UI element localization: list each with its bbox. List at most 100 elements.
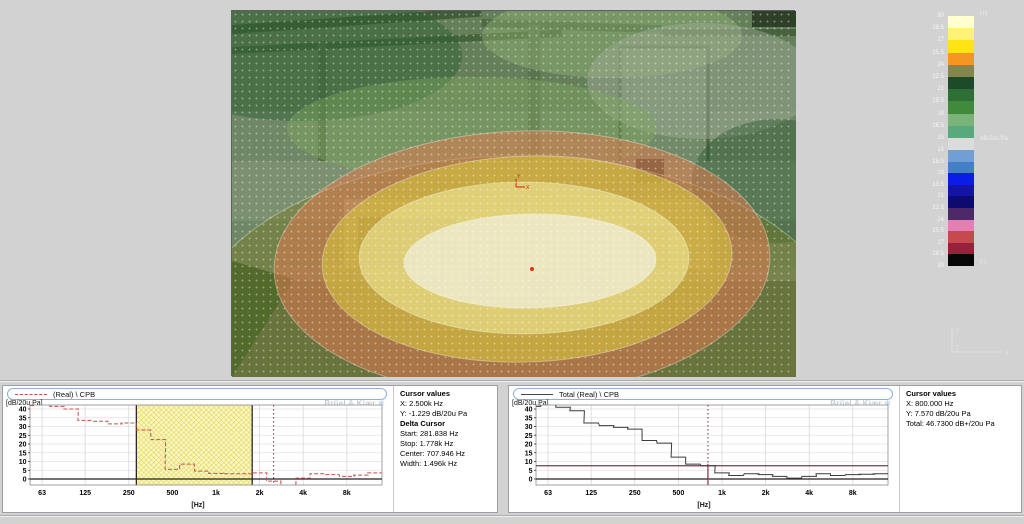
colorbar-segment-negative: [948, 208, 974, 220]
colorbar-segment-negative: [948, 150, 974, 162]
colorbar-minus-sign: (-): [980, 259, 986, 265]
y-tick-label: 40: [525, 407, 533, 414]
plot-background: [536, 405, 888, 485]
legend-label: (Real) \ CPB: [53, 390, 95, 399]
colorbar-tick-label: 15: [900, 135, 944, 142]
colorbar-tick-label: 30: [900, 13, 944, 20]
cursor-value-row: Y: 7.570 dB/20u Pa: [906, 409, 1021, 419]
x-tick-label: 125: [585, 490, 597, 497]
legend-label: Total (Real) \ CPB: [559, 390, 619, 399]
chart-area-total: Total (Real) \ CPB [dB/20u Pa] Brüel & K…: [509, 386, 899, 512]
colorbar-tick-label: 24: [900, 62, 944, 69]
colorbar-segment-negative: [948, 243, 974, 255]
colorbar-segment-positive: [948, 101, 974, 113]
x-tick-label: 2k: [762, 490, 770, 497]
colorbar-segment-positive: [948, 28, 974, 40]
colorbar-segment-positive: [948, 114, 974, 126]
y-tick-label: 5: [23, 468, 27, 475]
y-tick-label: 0: [529, 477, 533, 484]
x-tick-label: 500: [673, 490, 685, 497]
colorbar-segment-negative: [948, 162, 974, 174]
colorbar-tick-label: 30: [900, 263, 944, 270]
colorbar-tick-label: 19.5: [900, 182, 944, 189]
x-tick-label: 63: [544, 490, 552, 497]
colorbar-tick-label: 25.5: [900, 50, 944, 57]
cpb-spectrum-chart-real[interactable]: 0510152025303540631252505001k2k4k8k: [3, 401, 393, 503]
colorbar-tick-label: 24: [900, 217, 944, 224]
colorbar-segment-negative: [948, 254, 974, 266]
x-tick-label: 2k: [256, 490, 264, 497]
noise-source-identification-window: { "window": { "background": "#d2d2d2" },…: [0, 0, 1024, 524]
cursor-section-title: Delta Cursor: [400, 419, 497, 429]
colorbar-segment-negative: [948, 185, 974, 197]
y-tick-label: 15: [525, 450, 533, 457]
colorbar-tick-label: 16.5: [900, 159, 944, 166]
cpb-panel-real: (Real) \ CPB [dB/20u Pa] Brüel & Kjær ❋ …: [2, 385, 498, 513]
colorbar-segment-positive: [948, 77, 974, 89]
colorbar-segment-positive: [948, 126, 974, 138]
colorbar-segment-positive: [948, 16, 974, 28]
svg-text:X: X: [1005, 350, 1010, 357]
colorbar-tick-label: 22.5: [900, 74, 944, 81]
colorbar-tick-label: 28.5: [900, 251, 944, 258]
cursor-value-row: X: 800.000 Hz: [906, 399, 1021, 409]
y-tick-label: 30: [19, 424, 27, 431]
bottom-separator-highlight: [0, 516, 1024, 517]
legend-line-sample: [15, 394, 47, 395]
colorbar-gap-segment: [948, 138, 974, 150]
x-tick-label: 4k: [299, 490, 307, 497]
colorbar-segment-positive: [948, 89, 974, 101]
y-tick-label: 0: [23, 477, 27, 484]
svg-text:Z: Z: [955, 345, 960, 352]
colorbar-unit-label: dB/20u Pa: [980, 136, 1008, 142]
coordinate-axes-indicator: Y Z X: [944, 322, 1016, 362]
colorbar-tick-label: 21: [900, 86, 944, 93]
colorbar-tick-label: 18: [900, 111, 944, 118]
colorbar-segment-positive: [948, 40, 974, 52]
y-tick-label: 20: [19, 442, 27, 449]
x-tick-label: 1k: [718, 490, 726, 497]
y-tick-label: 25: [19, 433, 27, 440]
y-tick-label: 10: [525, 459, 533, 466]
cursor-value-row: Total: 46.7300 dB+/20u Pa: [906, 419, 1021, 429]
colorbar-tick-label: 18: [900, 170, 944, 177]
colorbar-tick-label: 28.5: [900, 25, 944, 32]
colorbar-tick-label: 15: [900, 147, 944, 154]
y-tick-label: 10: [19, 459, 27, 466]
cursor-value-row: Width: 1.496k Hz: [400, 459, 497, 469]
colorbar-segment-negative: [948, 231, 974, 243]
colorbar-tick-label: 22.5: [900, 205, 944, 212]
colorbar-tick-label: 25.5: [900, 228, 944, 235]
x-axis-unit-label: [Hz]: [509, 502, 899, 509]
y-tick-label: 35: [525, 415, 533, 422]
cursor-values-panel-real: Cursor valuesX: 2.500k HzY: -1.229 dB/20…: [393, 386, 497, 512]
x-tick-label: 4k: [805, 490, 813, 497]
colorbar-tick-label: 27: [900, 240, 944, 247]
cpb-panel-total: Total (Real) \ CPB [dB/20u Pa] Brüel & K…: [508, 385, 1022, 513]
colorbar-segment-negative: [948, 220, 974, 232]
chart-area-real: (Real) \ CPB [dB/20u Pa] Brüel & Kjær ❋ …: [3, 386, 393, 512]
y-tick-label: 20: [525, 442, 533, 449]
acoustic-photo-map[interactable]: Y X: [231, 10, 795, 376]
y-tick-label: 35: [19, 415, 27, 422]
cursor-value-row: X: 2.500k Hz: [400, 399, 497, 409]
colorbar-tick-label: 27: [900, 37, 944, 44]
peak-marker-dot: [530, 267, 534, 271]
cursor-values-panel-total: Cursor valuesX: 800.000 HzY: 7.570 dB/20…: [899, 386, 1021, 512]
x-tick-label: 125: [79, 490, 91, 497]
x-tick-label: 8k: [849, 490, 857, 497]
cursor-value-row: Stop: 1.778k Hz: [400, 439, 497, 449]
colorbar-tick-label: 19.5: [900, 98, 944, 105]
colorbar-tick-label: 16.5: [900, 123, 944, 130]
colorbar-segment-positive: [948, 65, 974, 77]
x-tick-label: 8k: [343, 490, 351, 497]
cpb-spectrum-chart-total[interactable]: 0510152025303540631252505001k2k4k8k: [509, 401, 899, 503]
cursor-value-row: Center: 707.946 Hz: [400, 449, 497, 459]
cursor-section-title: Cursor values: [906, 389, 1021, 399]
colorbar-segment-positive: [948, 53, 974, 65]
y-tick-label: 15: [19, 450, 27, 457]
legend-line-sample: [521, 394, 553, 395]
colorbar-tick-label: 21: [900, 193, 944, 200]
y-tick-label: 25: [525, 433, 533, 440]
svg-text:Y: Y: [955, 328, 960, 335]
